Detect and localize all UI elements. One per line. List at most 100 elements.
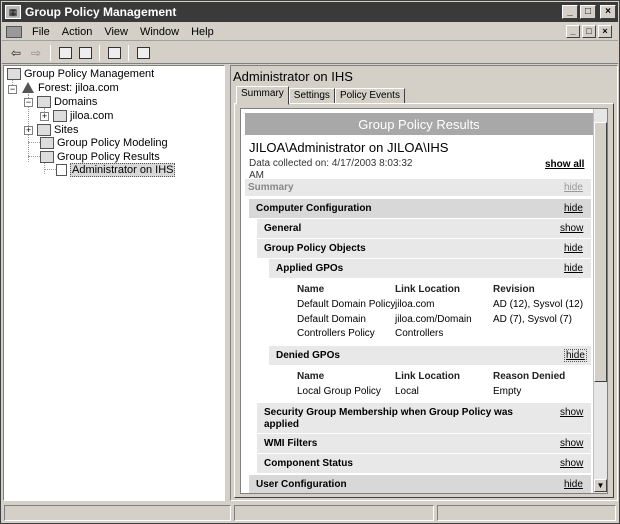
- toolbar-separator: [99, 44, 100, 61]
- applied-col-revision: Revision: [493, 284, 535, 295]
- back-arrow-icon[interactable]: ⇦: [6, 44, 26, 62]
- mdi-restore-button[interactable]: □: [582, 25, 596, 38]
- security-group-title: Security Group Membership when Group Pol…: [264, 407, 513, 418]
- menu-file[interactable]: File: [26, 26, 56, 38]
- mdi-minimize-button[interactable]: _: [566, 25, 580, 38]
- denied-gpos-hide-link[interactable]: hide: [564, 349, 587, 362]
- tree-line: [28, 142, 40, 143]
- tree-domains[interactable]: Domains: [37, 95, 97, 109]
- toolbar-separator: [128, 44, 129, 61]
- modeling-icon: [40, 137, 54, 149]
- scroll-down-icon[interactable]: ▼: [594, 479, 607, 492]
- scroll-up-icon[interactable]: ▲: [594, 108, 607, 109]
- show-all-link[interactable]: show all: [545, 159, 584, 170]
- menu-bar: File Action View Window Help _ □ ×: [2, 23, 618, 41]
- denied-col-link: Link Location: [395, 371, 460, 382]
- denied-row-1-link: Local: [395, 386, 419, 397]
- security-group-show-link[interactable]: show: [560, 407, 583, 418]
- gpmc-app-icon: ▦: [5, 5, 21, 19]
- domains-icon: [37, 96, 51, 108]
- sites-icon: [37, 124, 51, 136]
- mdi-window-icon[interactable]: [6, 25, 22, 38]
- tab-strip: Summary Settings Policy Events: [236, 86, 405, 105]
- summary-title: Summary: [248, 182, 294, 193]
- close-button[interactable]: ×: [600, 5, 616, 19]
- minimize-button[interactable]: _: [562, 5, 578, 19]
- scroll-thumb[interactable]: [594, 122, 607, 382]
- denied-col-name: Name: [297, 371, 325, 382]
- report-header: Group Policy Results: [245, 113, 593, 135]
- gpo-title: Group Policy Objects: [264, 243, 366, 254]
- help-icon[interactable]: [133, 44, 153, 62]
- security-group-title-2: applied: [264, 419, 300, 430]
- applied-row-2-revision: AD (7), Sysvol (7): [493, 314, 572, 325]
- applied-gpos-hide-link[interactable]: hide: [564, 263, 583, 274]
- menu-view[interactable]: View: [98, 26, 134, 38]
- applied-row-3-link: Controllers: [395, 328, 444, 339]
- domain-icon: [53, 110, 67, 122]
- denied-row-1-name: Local Group Policy: [297, 386, 381, 397]
- computer-config-hide-link[interactable]: hide: [564, 203, 583, 214]
- tree-modeling[interactable]: Group Policy Modeling: [40, 136, 168, 150]
- status-panel-3: [436, 505, 616, 521]
- tree-results[interactable]: Group Policy Results: [40, 150, 160, 164]
- user-config-hide-link[interactable]: hide: [564, 479, 583, 490]
- wmi-title: WMI Filters: [264, 438, 318, 449]
- tree-sites[interactable]: Sites: [37, 123, 78, 137]
- applied-col-name: Name: [297, 284, 325, 295]
- expand-icon[interactable]: +: [24, 126, 33, 135]
- status-panel-1: [4, 505, 232, 521]
- general-title: General: [264, 223, 302, 234]
- tree-line: [28, 156, 40, 157]
- tree-administrator-on-ihs[interactable]: Administrator on IHS: [56, 163, 176, 177]
- main-window: ▦ Group Policy Management _ □ × File Act…: [0, 0, 620, 524]
- tab-policy-events[interactable]: Policy Events: [334, 88, 405, 104]
- denied-gpos-title: Denied GPOs: [276, 350, 340, 361]
- component-title: Component Status: [264, 458, 353, 469]
- up-folder-icon[interactable]: [55, 44, 75, 62]
- refresh-icon[interactable]: [104, 44, 124, 62]
- mdi-close-button[interactable]: ×: [598, 25, 612, 38]
- applied-row-3-name: Controllers Policy: [297, 328, 375, 339]
- show-tree-icon[interactable]: [75, 44, 95, 62]
- collapse-icon[interactable]: −: [24, 98, 33, 107]
- window-title: Group Policy Management: [25, 5, 177, 19]
- wmi-show-link[interactable]: show: [560, 438, 583, 449]
- menu-action[interactable]: Action: [56, 26, 99, 38]
- forest-icon: [21, 82, 35, 94]
- maximize-button[interactable]: □: [580, 5, 596, 19]
- menu-help[interactable]: Help: [185, 26, 220, 38]
- tree-domain-jiloa[interactable]: jiloa.com: [53, 109, 113, 123]
- status-bar: [2, 503, 618, 523]
- applied-row-1-name: Default Domain Policy: [297, 299, 396, 310]
- applied-gpos-title: Applied GPOs: [276, 263, 344, 274]
- applied-row-1-link: jiloa.com: [395, 299, 435, 310]
- expand-icon[interactable]: +: [40, 112, 49, 121]
- tab-panel: Group Policy Results JILOA\Administrator…: [234, 103, 614, 498]
- component-show-link[interactable]: show: [560, 458, 583, 469]
- forward-arrow-icon[interactable]: ⇨: [26, 44, 46, 62]
- general-bar: [257, 219, 591, 238]
- report-view: Group Policy Results JILOA\Administrator…: [240, 108, 608, 494]
- collapse-icon[interactable]: −: [8, 85, 17, 94]
- summary-hide-link[interactable]: hide: [564, 182, 583, 193]
- tree-root[interactable]: Group Policy Management: [7, 67, 154, 81]
- general-show-link[interactable]: show: [560, 223, 583, 234]
- applied-row-2-link: jiloa.com/Domain: [395, 314, 472, 325]
- document-icon: [56, 164, 67, 176]
- gpmc-icon: [7, 68, 21, 80]
- gpo-hide-link[interactable]: hide: [564, 243, 583, 254]
- denied-col-reason: Reason Denied: [493, 371, 566, 382]
- vertical-scrollbar[interactable]: ▲ ▼: [593, 109, 607, 493]
- menu-window[interactable]: Window: [134, 26, 185, 38]
- tree-forest[interactable]: Forest: jiloa.com: [21, 81, 119, 95]
- details-pane: Administrator on IHS Summary Settings Po…: [230, 65, 618, 501]
- denied-row-1-reason: Empty: [493, 386, 522, 397]
- applied-col-link: Link Location: [395, 284, 460, 295]
- console-tree: Group Policy Management − Forest: jiloa.…: [3, 65, 225, 501]
- toolbar: ⇦ ⇨: [2, 42, 618, 64]
- tab-summary[interactable]: Summary: [236, 86, 289, 105]
- title-bar: ▦ Group Policy Management _ □ ×: [2, 2, 618, 22]
- tab-settings[interactable]: Settings: [288, 88, 335, 104]
- mdi-controls: _ □ ×: [566, 25, 614, 38]
